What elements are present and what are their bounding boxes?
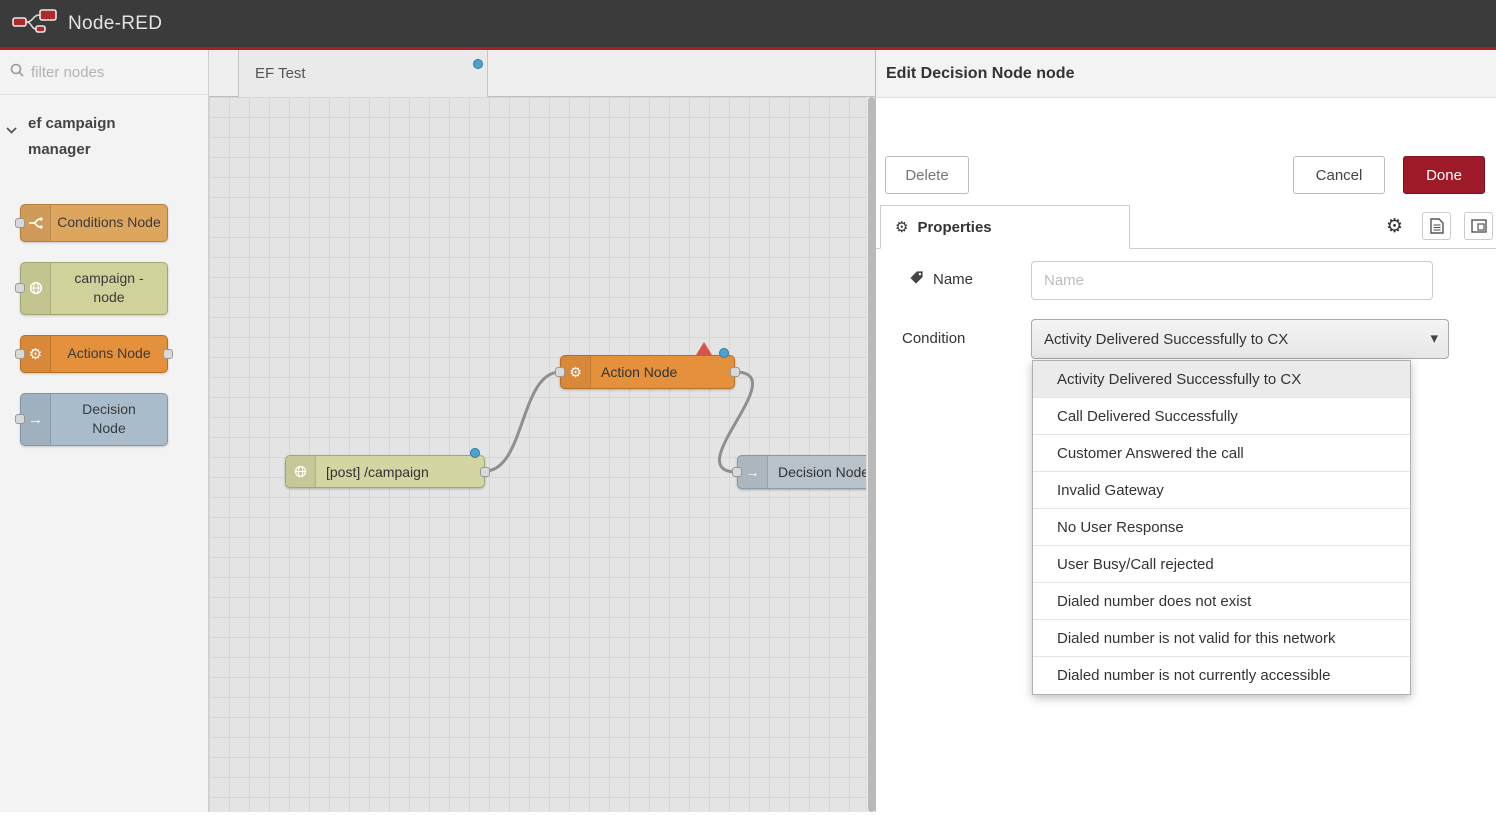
gear-icon: ⚙ (895, 218, 908, 236)
canvas-node-label: Decision Node (768, 456, 866, 488)
flow-workspace: EF Test [post] /campaign (209, 50, 875, 812)
palette-node-list: Conditions Node campaign - node ⚙ Action… (0, 176, 208, 446)
app-header: Node-RED (0, 0, 1496, 50)
node-input-port[interactable] (555, 367, 565, 377)
node-red-logo-icon (12, 7, 58, 40)
category-label: ef campaign manager (28, 115, 116, 158)
properties-tab-label: Properties (917, 219, 991, 236)
cancel-button[interactable]: Cancel (1293, 156, 1385, 194)
palette-search (0, 50, 208, 95)
branch-icon (21, 205, 51, 241)
palette-category-ef-campaign-manager[interactable]: ef campaign manager (0, 95, 175, 176)
node-input-port[interactable] (15, 414, 25, 424)
node-input-port[interactable] (15, 283, 25, 293)
canvas-node-action[interactable]: ⚙ Action Node (560, 355, 735, 389)
canvas-node-label: Action Node (591, 356, 687, 388)
canvas-node-http-in-campaign[interactable]: [post] /campaign (285, 455, 485, 488)
name-field-label: Name (909, 270, 973, 289)
flow-canvas[interactable]: [post] /campaign ⚙ Action Node → Decis (209, 97, 866, 812)
node-palette: ef campaign manager Conditions Node camp… (0, 50, 209, 812)
dropdown-arrow-icon: ▾ (1430, 329, 1438, 347)
arrow-right-icon: → (738, 456, 768, 488)
canvas-node-label: [post] /campaign (316, 456, 439, 487)
wire-campaign-to-action[interactable] (485, 372, 560, 471)
tab-properties[interactable]: ⚙ Properties (880, 205, 1130, 249)
flow-tab-bar: EF Test (209, 50, 875, 97)
condition-option[interactable]: User Busy/Call rejected (1033, 546, 1410, 583)
node-output-port[interactable] (730, 367, 740, 377)
palette-node-label: Actions Node (51, 336, 167, 372)
globe-icon (286, 456, 316, 487)
search-icon (10, 63, 24, 82)
edit-tray-body: Delete Cancel Done ⚙ Properties ⚙ (876, 98, 1496, 812)
condition-option[interactable]: Dialed number is not valid for this netw… (1033, 620, 1410, 657)
palette-node-label: Decision Node (51, 394, 167, 445)
condition-option[interactable]: No User Response (1033, 509, 1410, 546)
node-input-port[interactable] (15, 218, 25, 228)
condition-select[interactable]: Activity Delivered Successfully to CX ▾ (1031, 319, 1449, 359)
node-error-triangle (696, 342, 712, 355)
flow-tab-label: EF Test (255, 65, 306, 82)
app-title: Node-RED (68, 13, 162, 35)
workspace-scrollbar[interactable] (866, 97, 875, 812)
scrollbar-thumb[interactable] (868, 97, 875, 812)
node-name-input[interactable] (1031, 261, 1433, 300)
node-changed-dot (719, 348, 729, 358)
expand-window-button[interactable] (1464, 212, 1493, 240)
node-input-port[interactable] (15, 349, 25, 359)
condition-option[interactable]: Dialed number is not currently accessibl… (1033, 657, 1410, 694)
node-input-port[interactable] (732, 467, 742, 477)
gear-icon: ⚙ (21, 336, 51, 372)
palette-node-actions[interactable]: ⚙ Actions Node (20, 335, 168, 373)
node-output-port[interactable] (480, 467, 490, 477)
condition-option[interactable]: Customer Answered the call (1033, 435, 1410, 472)
settings-gear-button[interactable]: ⚙ (1380, 212, 1409, 240)
condition-dropdown-list: Activity Delivered Successfully to CX Ca… (1032, 360, 1411, 695)
canvas-node-decision[interactable]: → Decision Node (737, 455, 866, 489)
flow-tab-ef-test[interactable]: EF Test (238, 50, 488, 97)
tray-toolbar: ⚙ (1380, 212, 1493, 240)
condition-option[interactable]: Activity Delivered Successfully to CX (1033, 361, 1410, 398)
palette-node-conditions[interactable]: Conditions Node (20, 204, 168, 242)
node-red-app: Node-RED ef campaign manager (0, 0, 1496, 815)
condition-option[interactable]: Call Delivered Successfully (1033, 398, 1410, 435)
description-doc-button[interactable] (1422, 212, 1451, 240)
palette-node-label: Conditions Node (51, 205, 167, 241)
condition-field-label: Condition (902, 330, 965, 347)
arrow-right-icon: → (21, 394, 51, 445)
node-output-port[interactable] (163, 349, 173, 359)
filter-nodes-input[interactable] (31, 64, 181, 81)
gear-icon: ⚙ (561, 356, 591, 388)
condition-option[interactable]: Dialed number does not exist (1033, 583, 1410, 620)
delete-button[interactable]: Delete (885, 156, 969, 194)
flow-modified-dot (473, 59, 483, 69)
globe-icon (21, 263, 51, 314)
done-button[interactable]: Done (1403, 156, 1485, 194)
edit-node-tray: Edit Decision Node node Delete Cancel Do… (875, 50, 1496, 812)
palette-node-label: campaign - node (51, 263, 167, 314)
tag-icon (909, 270, 924, 289)
condition-option[interactable]: Invalid Gateway (1033, 472, 1410, 509)
palette-node-campaign[interactable]: campaign - node (20, 262, 168, 315)
chevron-down-icon (6, 117, 17, 143)
palette-node-decision[interactable]: → Decision Node (20, 393, 168, 446)
edit-tray-title: Edit Decision Node node (876, 50, 1496, 98)
condition-selected-value: Activity Delivered Successfully to CX (1044, 331, 1288, 348)
node-changed-dot (470, 448, 480, 458)
